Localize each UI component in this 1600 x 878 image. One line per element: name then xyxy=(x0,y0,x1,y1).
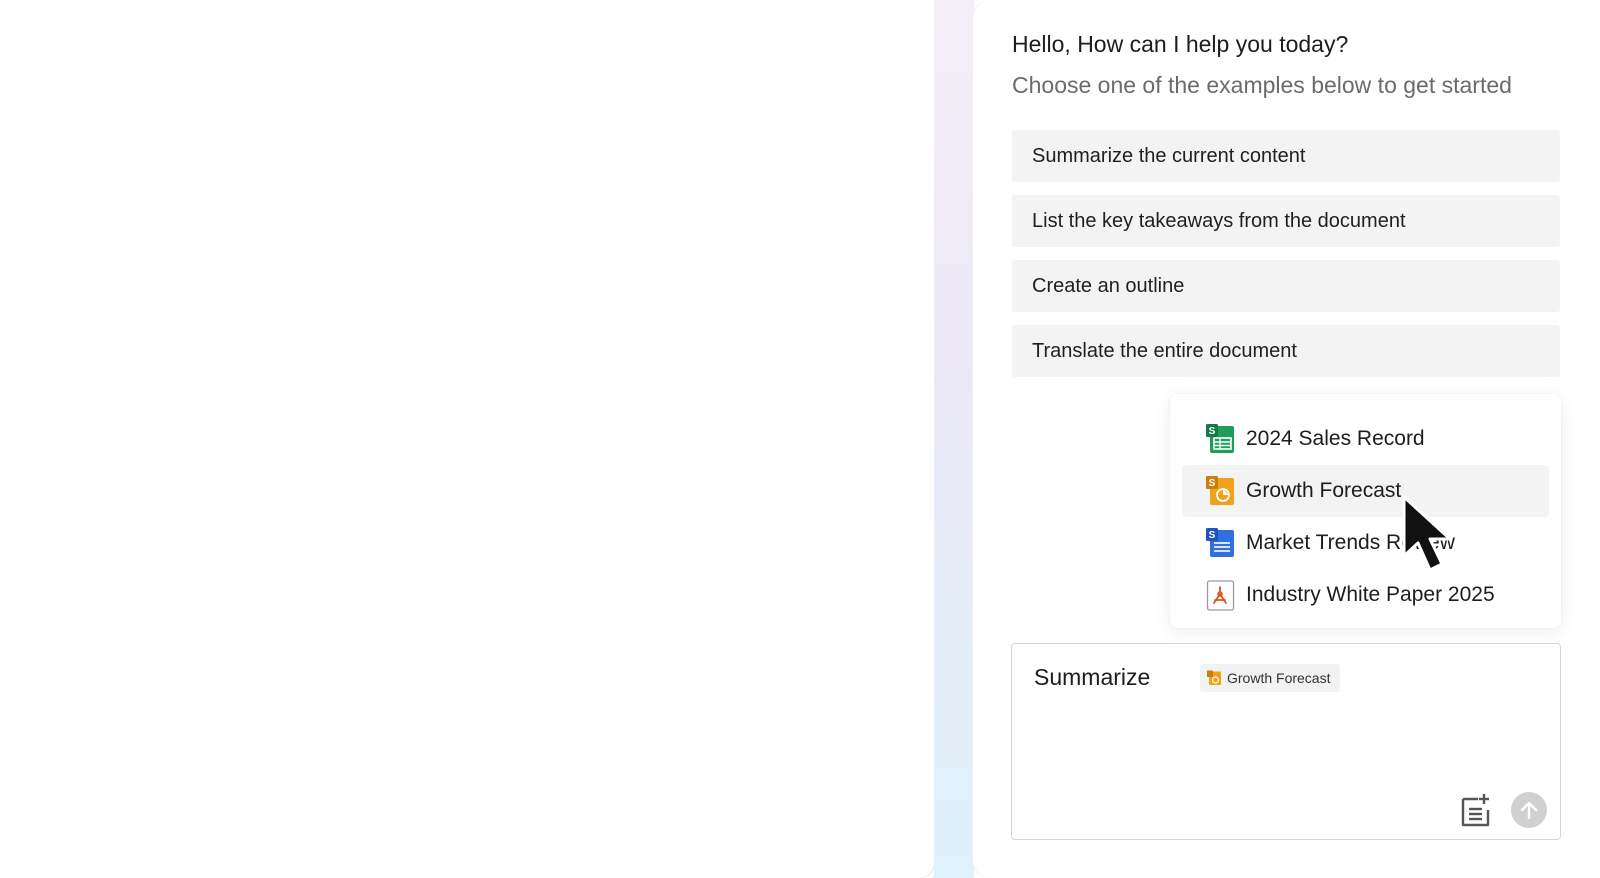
mention-item-market-trends[interactable]: S Market Trends Review xyxy=(1182,517,1549,569)
message-input-text: Summarize xyxy=(1034,664,1151,690)
pdf-icon xyxy=(1206,580,1235,611)
message-input[interactable]: Summarize Growth Forecast xyxy=(1011,643,1561,840)
mention-item-label: Market Trends Review xyxy=(1246,531,1455,554)
arrow-up-icon xyxy=(1520,801,1538,820)
document-icon: S xyxy=(1206,528,1234,557)
mention-item-sales-record[interactable]: S 2024 Sales Record xyxy=(1182,413,1549,465)
suggestion-translate[interactable]: Translate the entire document xyxy=(1012,325,1560,377)
suggestion-list: Summarize the current content List the k… xyxy=(1012,130,1560,390)
send-button[interactable] xyxy=(1511,792,1547,828)
greeting-subtitle: Choose one of the examples below to get … xyxy=(1012,72,1512,98)
mention-item-label: 2024 Sales Record xyxy=(1246,427,1425,450)
mention-item-label: Industry White Paper 2025 xyxy=(1246,583,1495,606)
greeting-title: Hello, How can I help you today? xyxy=(1012,31,1349,57)
document-add-icon xyxy=(1461,794,1490,827)
file-chip-label: Growth Forecast xyxy=(1227,670,1331,686)
spreadsheet-icon: S xyxy=(1206,424,1234,453)
assistant-panel: Hello, How can I help you today? Choose … xyxy=(973,0,1600,878)
mention-item-growth-forecast[interactable]: S Growth Forecast xyxy=(1182,465,1549,517)
mention-item-white-paper[interactable]: Industry White Paper 2025 xyxy=(1182,569,1549,621)
presentation-icon: S xyxy=(1206,476,1234,505)
mention-item-label: Growth Forecast xyxy=(1246,479,1402,502)
presentation-icon xyxy=(1207,670,1221,685)
suggestion-summarize[interactable]: Summarize the current content xyxy=(1012,130,1560,182)
svg-text:S: S xyxy=(1209,426,1216,437)
suggestion-outline[interactable]: Create an outline xyxy=(1012,260,1560,312)
panel-divider xyxy=(934,0,974,878)
file-chip[interactable]: Growth Forecast xyxy=(1200,664,1341,692)
attach-document-button[interactable] xyxy=(1460,792,1492,828)
suggestion-key-takeaways[interactable]: List the key takeaways from the document xyxy=(1012,195,1560,247)
file-mention-menu: S 2024 Sales Record S Growth Forecast S … xyxy=(1170,394,1561,628)
svg-text:S: S xyxy=(1209,478,1216,489)
app-window: Hello, How can I help you today? Choose … xyxy=(0,0,1600,878)
document-canvas[interactable] xyxy=(0,0,934,878)
svg-text:S: S xyxy=(1209,530,1216,541)
